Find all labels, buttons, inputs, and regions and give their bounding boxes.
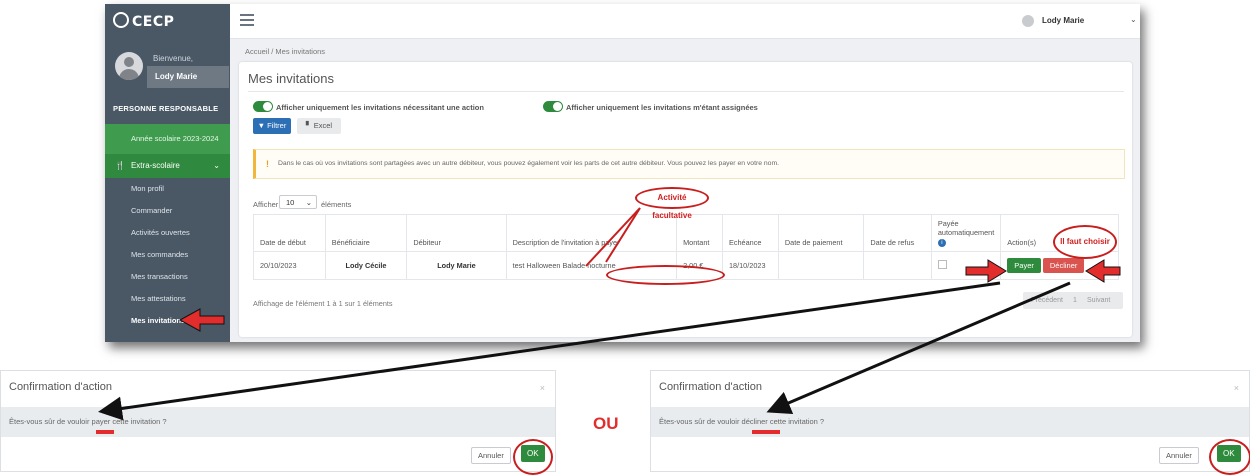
arrow-to-pay-dialog — [98, 281, 1001, 421]
annotation-line — [585, 207, 641, 267]
annotation-line — [605, 207, 641, 263]
red-arrow-decline — [1085, 259, 1121, 283]
arrow-to-decline-dialog — [766, 281, 1071, 414]
red-arrow-sidebar — [178, 308, 225, 332]
annotation-arrows — [98, 207, 1121, 421]
red-arrow-pay — [965, 259, 1007, 283]
